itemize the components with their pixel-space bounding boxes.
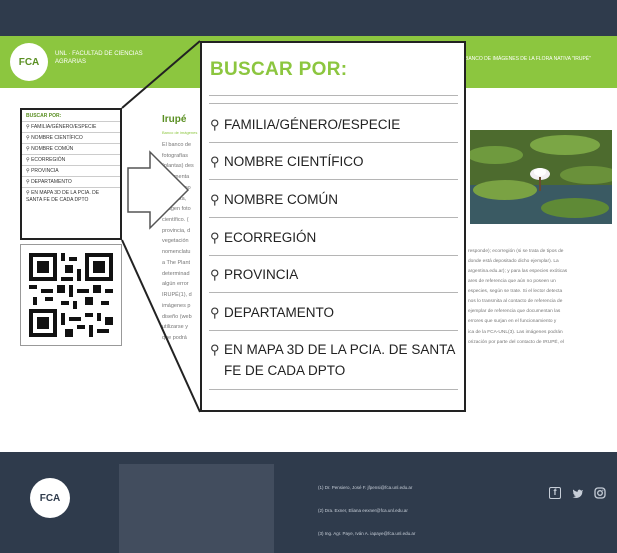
zoom-search-by-family[interactable]: ⚲ FAMILIA/GÉNERO/ESPECIE (210, 116, 460, 135)
divider (209, 255, 458, 256)
search-icon: ⚲ (210, 305, 220, 320)
zoom-search-by-common-name[interactable]: ⚲ NOMBRE COMÚN (210, 191, 460, 210)
divider (209, 179, 458, 180)
search-by-common-name[interactable]: ⚲ NOMBRE COMÚN (22, 143, 120, 154)
divider (209, 389, 458, 390)
zoom-search-by-scientific-name[interactable]: ⚲ NOMBRE CIENTÍFICO (210, 153, 460, 172)
zoom-search-by-province[interactable]: ⚲ PROVINCIA (210, 266, 460, 285)
search-by-family[interactable]: ⚲ FAMILIA/GÉNERO/ESPECIE (22, 121, 120, 132)
search-panel: BUSCAR POR: ⚲ FAMILIA/GÉNERO/ESPECIE ⚲ N… (20, 108, 122, 240)
contact-line[interactable]: (1) Dr. Pensiero, José F. jfpensi@fca.un… (318, 485, 412, 490)
search-icon: ⚲ (210, 230, 220, 245)
divider (209, 95, 458, 96)
search-icon: ⚲ (210, 192, 220, 207)
qr-code-icon (21, 245, 121, 345)
zoom-search-by-department[interactable]: ⚲ DEPARTAMENTO (210, 304, 460, 323)
search-by-3d-map[interactable]: ⚲ EN MAPA 3D DE LA PCIA. DE SANTA FE DE … (22, 187, 120, 205)
search-by-scientific-name[interactable]: ⚲ NOMBRE CIENTÍFICO (22, 132, 120, 143)
page-subtitle: Banco de imágenes (162, 130, 198, 135)
water-lily-photo (470, 130, 612, 224)
qr-code (20, 244, 122, 346)
contact-line[interactable]: (3) Ing. Agr. Paye, Iván A. iapaye@fca.u… (318, 531, 415, 536)
search-by-province[interactable]: ⚲ PROVINCIA (22, 165, 120, 176)
contact-line[interactable]: (2) Dra. Exner, Eliana eexner@fca.unl.ed… (318, 508, 408, 513)
site-title: BANCO DE IMÁGENES DE LA FLORA NATIVA "IR… (465, 56, 591, 62)
zoom-search-panel: BUSCAR POR: ⚲ FAMILIA/GÉNERO/ESPECIE ⚲ NOM… (200, 41, 466, 412)
divider (209, 217, 458, 218)
zoom-title: BUSCAR POR: (210, 59, 348, 80)
zoom-search-by-3d-map[interactable]: ⚲ EN MAPA 3D DE LA PCIA. DE SANTA FE DE C… (210, 340, 460, 382)
footer-panel (119, 464, 274, 553)
search-icon: ⚲ (210, 267, 220, 282)
instagram-icon[interactable] (594, 487, 606, 499)
footer-fca-logo[interactable]: FCA (30, 478, 70, 518)
facebook-icon[interactable]: f (549, 487, 561, 499)
divider (209, 103, 458, 104)
search-icon: ⚲ (210, 117, 220, 132)
page-title: Irupé (162, 114, 187, 125)
search-panel-title: BUSCAR POR: (26, 113, 62, 119)
search-by-ecoregion[interactable]: ⚲ ECORREGIÓN (22, 154, 120, 165)
top-bar (0, 0, 617, 36)
search-icon: ⚲ (210, 342, 220, 357)
divider (209, 142, 458, 143)
description-text-right: responde); ecorregión (si se trata de ti… (468, 249, 568, 345)
divider (209, 330, 458, 331)
search-by-department[interactable]: ⚲ DEPARTAMENTO (22, 176, 120, 187)
footer (0, 452, 617, 553)
twitter-icon[interactable] (572, 487, 584, 499)
brand-text: UNL · FACULTAD DE CIENCIAS AGRARIAS (55, 51, 143, 66)
search-icon: ⚲ (210, 154, 220, 169)
divider (209, 292, 458, 293)
zoom-search-by-ecoregion[interactable]: ⚲ ECORREGIÓN (210, 229, 460, 248)
fca-logo[interactable]: FCA (10, 43, 48, 81)
water-lily-image (470, 130, 612, 224)
